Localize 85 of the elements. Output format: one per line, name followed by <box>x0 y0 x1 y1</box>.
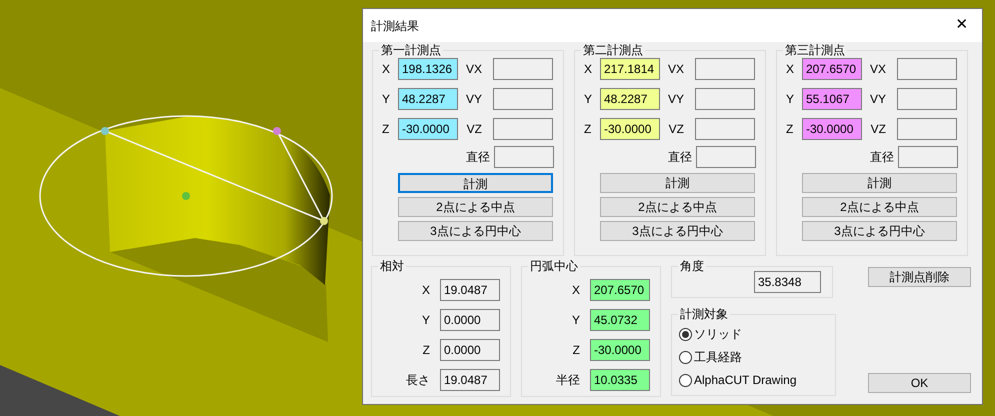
value-field[interactable]: 207.6570 <box>590 279 650 301</box>
coordinate-field[interactable]: 48.2287 <box>600 88 660 110</box>
coordinate-field[interactable]: 48.2287 <box>398 88 458 110</box>
measure-button[interactable]: 3点による円中心 <box>600 221 755 241</box>
diameter-field[interactable] <box>696 146 756 168</box>
measure-button[interactable]: 計測 <box>802 173 957 193</box>
vector-field[interactable] <box>897 58 957 80</box>
axis-label: VY <box>464 91 483 108</box>
coordinate-field[interactable]: -30.0000 <box>802 118 862 140</box>
axis-label: Y <box>420 312 431 329</box>
coordinate-field[interactable]: -30.0000 <box>398 118 458 140</box>
measure-button[interactable]: 3点による円中心 <box>802 221 957 241</box>
group-title: 相対 <box>378 258 406 274</box>
value-field[interactable]: 45.0732 <box>590 309 650 331</box>
coordinate-field[interactable]: 207.6570 <box>802 58 862 80</box>
group-title: 第三計測点 <box>783 42 847 58</box>
group-title: 円弧中心 <box>528 258 580 274</box>
vector-field[interactable] <box>695 118 755 140</box>
radio-button[interactable] <box>679 328 692 340</box>
axis-label: VY <box>868 91 887 108</box>
coordinate-field[interactable]: -30.0000 <box>600 118 660 140</box>
group-title: 第二計測点 <box>581 42 645 58</box>
axis-label: Z <box>584 121 592 138</box>
window-title: 計測結果 <box>371 18 419 34</box>
axis-label: Z <box>572 342 581 359</box>
axis-label: Y <box>382 91 392 108</box>
delete-points-button[interactable]: 計測点削除 <box>868 267 971 287</box>
value-field[interactable]: 10.0335 <box>590 369 650 391</box>
close-button[interactable]: ✕ <box>942 10 982 40</box>
coordinate-field[interactable]: 55.1067 <box>802 88 862 110</box>
group-title: 角度 <box>678 258 706 274</box>
coordinate-field[interactable]: 217.1814 <box>600 58 660 80</box>
axis-label: Y <box>570 312 581 329</box>
value-field[interactable]: 0.0000 <box>440 309 500 331</box>
axis-label: X <box>382 61 392 78</box>
measure-button[interactable]: 3点による円中心 <box>398 221 553 241</box>
radio-label: ソリッド <box>694 326 742 343</box>
group-title: 第一計測点 <box>379 42 443 58</box>
axis-label: VY <box>666 91 685 108</box>
angle-field[interactable]: 35.8348 <box>754 271 821 293</box>
measure-button[interactable]: 2点による中点 <box>398 197 553 217</box>
axis-label: Y <box>786 91 796 108</box>
radio-button[interactable] <box>679 374 692 386</box>
vector-field[interactable] <box>897 118 957 140</box>
radio-button[interactable] <box>679 350 692 364</box>
diameter-label: 直径 <box>668 149 693 166</box>
axis-label: 半径 <box>555 372 581 389</box>
value-field[interactable]: 0.0000 <box>440 339 500 361</box>
axis-label: VX <box>666 61 685 78</box>
axis-label: VZ <box>668 121 685 138</box>
value-field[interactable]: 19.0487 <box>440 279 500 301</box>
measure-button[interactable]: 計測 <box>398 173 553 193</box>
vector-field[interactable] <box>695 58 755 80</box>
measure-button[interactable]: 計測 <box>600 173 755 193</box>
axis-label: X <box>786 61 796 78</box>
axis-label: VX <box>464 61 483 78</box>
radio-label: AlphaCUT Drawing <box>694 372 796 389</box>
measure-button[interactable]: 2点による中点 <box>600 197 755 217</box>
axis-label: Z <box>786 121 794 138</box>
radio-label: 工具経路 <box>694 349 742 366</box>
measure-button[interactable]: 2点による中点 <box>802 197 957 217</box>
axis-label: 長さ <box>405 372 431 389</box>
diameter-field[interactable] <box>494 146 554 168</box>
axis-label: VX <box>868 61 887 78</box>
value-field[interactable]: 19.0487 <box>440 369 500 391</box>
vector-field[interactable] <box>695 88 755 110</box>
diameter-label: 直径 <box>870 149 895 166</box>
axis-label: Z <box>382 121 390 138</box>
axis-label: X <box>584 61 594 78</box>
axis-label: VZ <box>466 121 483 138</box>
axis-label: Y <box>584 91 594 108</box>
axis-label: Z <box>422 342 431 359</box>
axis-label: X <box>570 282 581 299</box>
vector-field[interactable] <box>493 118 553 140</box>
vector-field[interactable] <box>493 58 553 80</box>
vector-field[interactable] <box>897 88 957 110</box>
axis-label: VZ <box>870 121 887 138</box>
axis-label: X <box>420 282 431 299</box>
vector-field[interactable] <box>493 88 553 110</box>
diameter-label: 直径 <box>466 149 491 166</box>
ok-button[interactable]: OK <box>868 373 971 393</box>
group-title: 計測対象 <box>678 306 730 322</box>
value-field[interactable]: -30.0000 <box>590 339 650 361</box>
coordinate-field[interactable]: 198.1326 <box>398 58 458 80</box>
diameter-field[interactable] <box>898 146 958 168</box>
